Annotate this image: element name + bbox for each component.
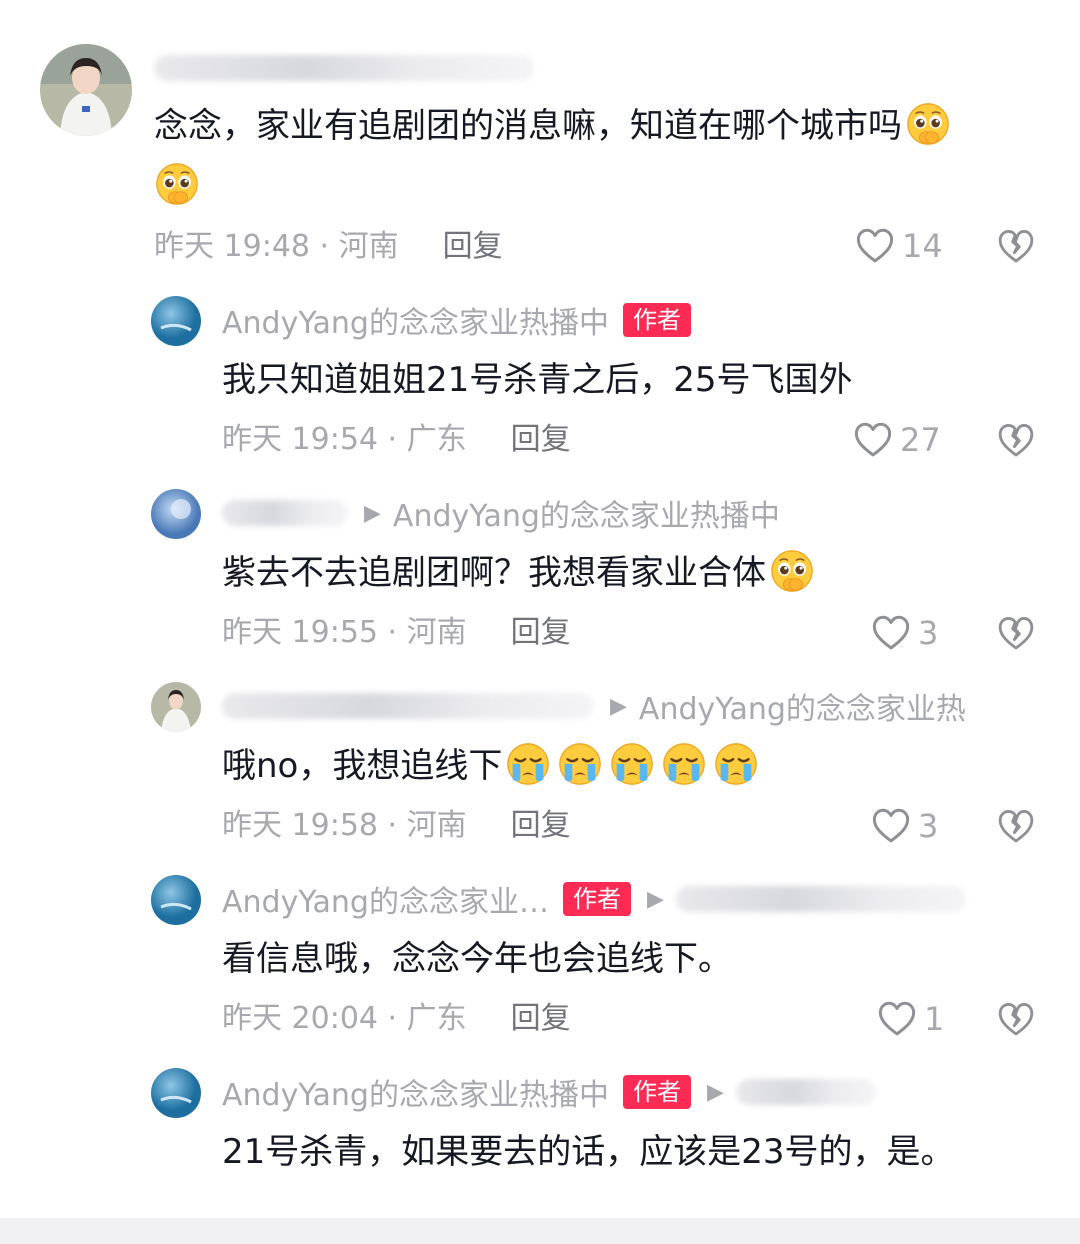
avatar[interactable] xyxy=(151,296,201,346)
comment-meta: 昨天 19:58 · 河南 回复 xyxy=(222,806,571,846)
author-badge: 作者 xyxy=(622,1075,691,1109)
comment-meta: 昨天 19:48 · 河南 回复 xyxy=(154,227,503,267)
reply-arrow-icon: ▶ xyxy=(610,693,627,719)
reply-arrow-icon: ▶ xyxy=(364,500,381,526)
comment-text-content: 哦no，我想追线下 xyxy=(222,746,503,786)
crying-face-emoji xyxy=(505,741,551,787)
author-name: AndyYang的念念家业… xyxy=(222,885,549,920)
username-row[interactable]: AndyYang的念念家业热播中 作者 ▶ xyxy=(222,1070,876,1114)
username-row[interactable] xyxy=(154,46,534,90)
pleading-face-emoji xyxy=(154,161,200,207)
comment-text: 我只知道姐姐21号杀青之后，25号飞国外 xyxy=(222,350,853,410)
author-name: AndyYang的念念家业热播中 xyxy=(222,1078,609,1113)
blurred-username xyxy=(222,500,348,526)
comment-meta: 昨天 20:04 · 广东 回复 xyxy=(222,999,571,1039)
reply-button[interactable]: 回复 xyxy=(511,808,571,843)
crying-face-emoji xyxy=(713,741,759,787)
like-count: 3 xyxy=(918,807,939,845)
comment-meta: 昨天 19:55 · 河南 回复 xyxy=(222,613,571,653)
like-button[interactable]: 27 xyxy=(852,418,941,462)
avatar[interactable] xyxy=(151,875,201,925)
username-row[interactable]: AndyYang的念念家业… 作者 ▶ xyxy=(222,877,966,921)
comment-text-content: 看信息哦，念念今年也会追线下。 xyxy=(222,939,732,979)
reply-arrow-icon: ▶ xyxy=(646,886,664,912)
comment-text: 紫去不去追剧团啊？我想看家业合体 xyxy=(222,543,818,603)
crying-face-emoji xyxy=(557,741,603,787)
time-location: 昨天 19:54 · 广东 xyxy=(222,422,467,457)
crying-face-emoji xyxy=(661,741,707,787)
broken-heart-icon[interactable] xyxy=(996,226,1036,266)
heart-outline-icon xyxy=(870,612,912,654)
reply-to-name: AndyYang的念念家业热播中 xyxy=(392,499,780,534)
avatar[interactable] xyxy=(40,44,132,136)
comment-meta: 昨天 19:54 · 广东 回复 xyxy=(222,420,571,460)
like-count: 14 xyxy=(902,227,943,265)
broken-heart-icon[interactable] xyxy=(996,806,1036,846)
scroll-fade xyxy=(0,1186,1080,1218)
avatar[interactable] xyxy=(151,1068,201,1118)
comment-input-bar[interactable] xyxy=(0,1218,1080,1244)
comment-text-line2 xyxy=(151,156,203,216)
like-button[interactable]: 1 xyxy=(876,997,944,1041)
comment-text: 念念，家业有追剧团的消息嘛，知道在哪个城市吗 xyxy=(154,96,954,156)
username-row[interactable]: AndyYang的念念家业热播中 作者 xyxy=(222,298,691,342)
author-name: AndyYang的念念家业热播中 xyxy=(222,306,609,341)
like-count: 1 xyxy=(924,1000,945,1038)
blurred-username xyxy=(735,1079,876,1105)
broken-heart-icon[interactable] xyxy=(996,420,1036,460)
comment-text: 21号杀青，如果要去的话，应该是23号的，是。 xyxy=(222,1122,955,1182)
reply-arrow-icon: ▶ xyxy=(706,1079,724,1105)
reply-button[interactable]: 回复 xyxy=(511,1001,571,1036)
author-badge: 作者 xyxy=(622,303,691,337)
comment-text-content: 紫去不去追剧团啊？我想看家业合体 xyxy=(222,553,766,593)
time-location: 昨天 20:04 · 广东 xyxy=(222,1001,467,1036)
broken-heart-icon[interactable] xyxy=(996,613,1036,653)
like-button[interactable]: 3 xyxy=(870,611,938,655)
blurred-username xyxy=(222,693,594,719)
comment-text-content: 念念，家业有追剧团的消息嘛，知道在哪个城市吗 xyxy=(154,106,902,146)
heart-outline-icon xyxy=(876,998,918,1040)
time-location: 昨天 19:58 · 河南 xyxy=(222,808,467,843)
reply-button[interactable]: 回复 xyxy=(511,422,571,457)
username-row[interactable]: ▶ AndyYang的念念家业热 xyxy=(222,684,966,728)
username-row[interactable]: ▶ AndyYang的念念家业热播中 xyxy=(222,491,780,535)
like-button[interactable]: 14 xyxy=(854,224,943,268)
author-badge: 作者 xyxy=(562,882,631,916)
like-count: 27 xyxy=(900,421,941,459)
pleading-face-emoji xyxy=(769,548,815,594)
reply-to-name: AndyYang的念念家业热 xyxy=(638,692,966,727)
avatar[interactable] xyxy=(151,682,201,732)
crying-face-emoji xyxy=(609,741,655,787)
comment-text-content: 21号杀青，如果要去的话，应该是23号的，是。 xyxy=(222,1132,955,1172)
blurred-username xyxy=(154,55,534,81)
blurred-username xyxy=(675,886,966,912)
time-location: 昨天 19:48 · 河南 xyxy=(154,229,399,264)
comment-text-content: 我只知道姐姐21号杀青之后，25号飞国外 xyxy=(222,360,853,400)
heart-outline-icon xyxy=(852,419,894,461)
comment-text: 哦no，我想追线下 xyxy=(222,736,762,796)
reply-button[interactable]: 回复 xyxy=(443,229,503,264)
pleading-face-emoji xyxy=(905,101,951,147)
reply-button[interactable]: 回复 xyxy=(511,615,571,650)
heart-outline-icon xyxy=(854,225,896,267)
broken-heart-icon[interactable] xyxy=(996,999,1036,1039)
avatar[interactable] xyxy=(151,489,201,539)
comment-text: 看信息哦，念念今年也会追线下。 xyxy=(222,929,732,989)
time-location: 昨天 19:55 · 河南 xyxy=(222,615,467,650)
like-button[interactable]: 3 xyxy=(870,804,938,848)
like-count: 3 xyxy=(918,614,939,652)
heart-outline-icon xyxy=(870,805,912,847)
